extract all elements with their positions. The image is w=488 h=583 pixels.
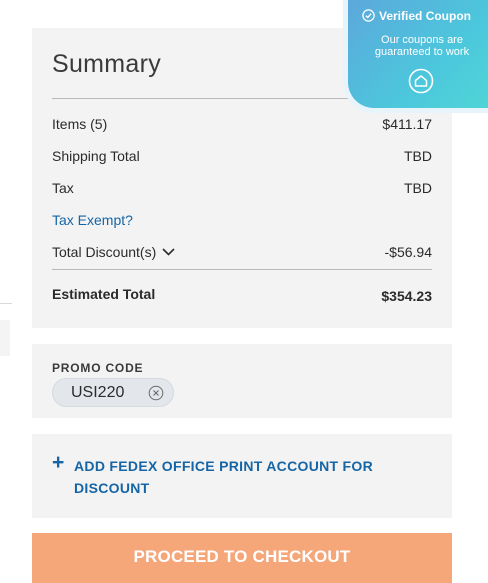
estimated-total-value: $354.23 <box>381 288 432 304</box>
promo-code-label: PROMO CODE <box>52 361 144 375</box>
estimated-total-label: Estimated Total <box>52 286 156 302</box>
add-fedex-account-label: ADD FEDEX OFFICE PRINT ACCOUNT FOR DISCO… <box>74 458 374 496</box>
shipping-value: TBD <box>404 148 432 164</box>
discount-label: Total Discount(s) <box>52 244 157 260</box>
verified-coupon-badge: Verified Coupon Our coupons are guarante… <box>348 0 488 108</box>
check-circle-icon <box>362 9 375 22</box>
promo-code-value: USI220 <box>71 384 125 401</box>
left-divider <box>0 303 12 304</box>
items-label: Items (5) <box>52 116 108 132</box>
items-value: $411.17 <box>382 116 432 132</box>
tax-label: Tax <box>52 180 74 196</box>
shipping-label: Shipping Total <box>52 148 140 164</box>
promo-code-chip: USI220 <box>52 378 174 407</box>
total-divider <box>52 269 432 270</box>
summary-title: Summary <box>52 50 162 78</box>
home-icon <box>408 68 434 94</box>
promo-code-card: PROMO CODE USI220 <box>32 344 452 418</box>
tax-exempt-link[interactable]: Tax Exempt? <box>52 212 133 228</box>
discount-value: -$56.94 <box>384 244 432 260</box>
discount-toggle[interactable]: Total Discount(s) <box>52 244 175 260</box>
proceed-to-checkout-button[interactable]: PROCEED TO CHECKOUT <box>32 533 452 583</box>
chevron-down-icon <box>162 248 175 256</box>
badge-subtitle: Our coupons are guaranteed to work <box>374 34 470 58</box>
left-panel-edge <box>0 320 10 356</box>
add-fedex-account-button[interactable]: + ADD FEDEX OFFICE PRINT ACCOUNT FOR DIS… <box>32 434 452 518</box>
badge-title: Verified Coupon <box>379 9 472 23</box>
remove-promo-close-icon[interactable] <box>148 385 164 401</box>
tax-value: TBD <box>404 180 432 196</box>
badge-title-row: Verified Coupon <box>362 9 471 23</box>
plus-icon: + <box>52 451 65 474</box>
